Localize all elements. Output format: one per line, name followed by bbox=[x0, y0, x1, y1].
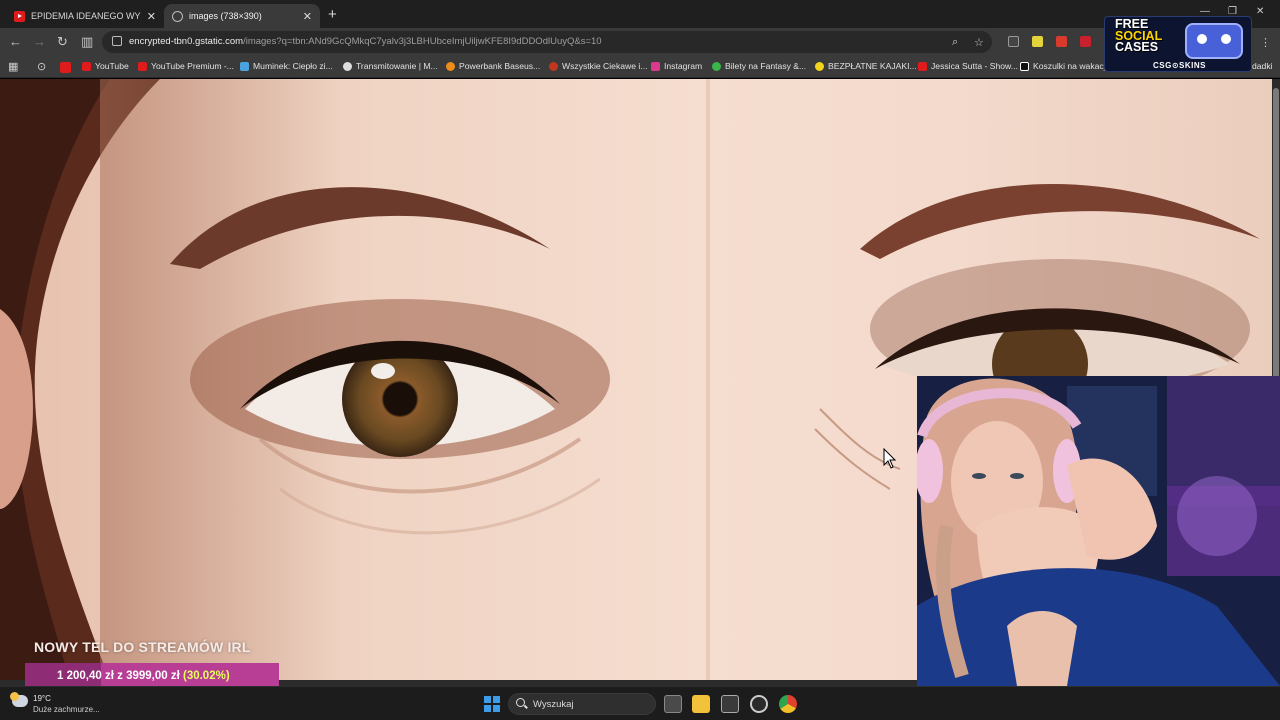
youtube-icon bbox=[138, 61, 147, 71]
bookmark-label: Koszulki na wakacje bbox=[1033, 61, 1111, 71]
extension-icon[interactable] bbox=[1008, 36, 1019, 47]
close-tab-icon[interactable]: ✕ bbox=[303, 10, 312, 23]
url-path: /images?q=tbn:ANd9GcQMkqC7yalv3j3LBHUbce… bbox=[243, 36, 602, 47]
site-info-icon[interactable] bbox=[112, 36, 122, 46]
ticket-icon bbox=[712, 61, 721, 71]
zoom-icon[interactable]: ⌕ bbox=[952, 36, 958, 49]
webcam-overlay bbox=[917, 376, 1280, 686]
tiktok-icon bbox=[1020, 61, 1029, 71]
file-explorer-icon[interactable] bbox=[692, 695, 710, 713]
close-window-button[interactable]: ✕ bbox=[1256, 6, 1264, 17]
extension-icon[interactable] bbox=[1032, 36, 1043, 47]
url-host: encrypted-tbn0.gstatic.com bbox=[129, 36, 244, 47]
search-icon bbox=[516, 698, 525, 707]
site-icon bbox=[549, 61, 558, 71]
tab-title: images (738×390) bbox=[189, 11, 262, 21]
reload-button[interactable]: ↻ bbox=[57, 34, 68, 50]
bookmark-star-icon[interactable]: ☆ bbox=[974, 36, 984, 49]
promo-line: CASES bbox=[1115, 40, 1159, 54]
youtube-bookmark-icon[interactable] bbox=[60, 62, 71, 73]
bookmark-koszulki[interactable]: Koszulki na wakacje bbox=[1020, 61, 1110, 71]
goal-separator: z bbox=[117, 670, 123, 682]
obs-icon[interactable] bbox=[750, 695, 768, 713]
side-panel-icon[interactable]: ▥ bbox=[81, 34, 93, 50]
robot-mascot-icon bbox=[1185, 23, 1243, 59]
bookmark-label: BEZPŁATNE KAJAKI... bbox=[828, 61, 917, 71]
donation-goal-amounts: 1 200,40 zł z 3999,00 zł (30.02%) bbox=[57, 670, 230, 682]
promo-banner: FREE SOCIAL CASES CSG⊙SKINS bbox=[1104, 16, 1252, 72]
globe-icon bbox=[172, 10, 183, 22]
bookmark-instagram[interactable]: Instagram bbox=[651, 61, 702, 71]
goal-current-amount: 1 200,40 zł bbox=[57, 670, 114, 682]
bookmark-jessica-sutta[interactable]: Jessica Sutta - Show... bbox=[918, 61, 1018, 71]
youtube-icon bbox=[918, 61, 927, 71]
bookmark-bilety[interactable]: Bilety na Fantasy &... bbox=[712, 61, 806, 71]
shop-icon bbox=[446, 61, 455, 71]
youtube-icon bbox=[82, 61, 91, 71]
bookmark-label: dadki bbox=[1252, 61, 1273, 71]
forward-button[interactable]: → bbox=[33, 34, 46, 49]
bookmark-label: YouTube bbox=[95, 61, 129, 71]
bookmark-kajaki[interactable]: BEZPŁATNE KAJAKI... bbox=[815, 61, 917, 71]
bookmark-label: YouTube Premium -... bbox=[151, 61, 234, 71]
bookmark-youtube-premium[interactable]: YouTube Premium -... bbox=[138, 61, 234, 71]
promo-title: FREE SOCIAL CASES bbox=[1115, 18, 1162, 54]
bookmark-label: Instagram bbox=[664, 61, 703, 71]
tab-images-active[interactable]: images (738×390) ✕ bbox=[164, 4, 320, 28]
chrome-icon[interactable] bbox=[779, 695, 797, 713]
weather-cloud-icon[interactable] bbox=[10, 692, 28, 707]
goal-target-amount: 3999,00 zł bbox=[126, 670, 180, 682]
taskbar-search-box[interactable] bbox=[508, 693, 656, 715]
site-icon bbox=[815, 61, 824, 71]
bookmark-label: Transmitowanie | M... bbox=[356, 61, 438, 71]
bookmark-youtube[interactable]: YouTube bbox=[82, 61, 129, 71]
search-placeholder: Wyszukaj bbox=[533, 699, 574, 710]
bookmark-icon[interactable]: ⊙ bbox=[37, 60, 46, 73]
windows-start-icon[interactable] bbox=[484, 696, 500, 712]
goal-percent: (30.02%) bbox=[182, 670, 230, 682]
close-tab-icon[interactable]: ✕ bbox=[147, 10, 156, 23]
bookmark-label: Bilety na Fantasy &... bbox=[725, 61, 807, 71]
new-tab-button[interactable]: + bbox=[328, 6, 337, 23]
bookmark-wszystkie-ciekawe[interactable]: Wszystkie Ciekawe i... bbox=[549, 61, 647, 71]
bookmark-label: Jessica Sutta - Show... bbox=[931, 61, 1018, 71]
back-button[interactable]: ← bbox=[9, 34, 22, 49]
steam-icon bbox=[240, 61, 249, 71]
tab-youtube-video[interactable]: EPIDEMIA IDEANEGO WYGLĄD ✕ bbox=[6, 4, 164, 28]
weather-temperature[interactable]: 19°C bbox=[33, 694, 51, 703]
apps-grid-icon[interactable]: ▦ bbox=[8, 60, 18, 73]
streamer-webcam-image bbox=[917, 376, 1280, 686]
mouse-cursor-icon bbox=[883, 447, 897, 469]
bookmark-muminek[interactable]: Muminek: Ciepło zi... bbox=[240, 61, 333, 71]
donation-goal-title: NOWY TEL DO STREAMÓW IRL bbox=[34, 639, 251, 655]
url-text[interactable]: encrypted-tbn0.gstatic.com/images?q=tbn:… bbox=[129, 36, 602, 47]
task-view-icon[interactable] bbox=[664, 695, 682, 713]
youtube-icon bbox=[14, 10, 25, 22]
bookmark-label: Wszystkie Ciekawe i... bbox=[562, 61, 648, 71]
weather-description[interactable]: Duże zachmurze... bbox=[33, 705, 100, 714]
store-icon[interactable] bbox=[721, 695, 739, 713]
bookmark-powerbank[interactable]: Powerbank Baseus... bbox=[446, 61, 540, 71]
menu-dots-icon[interactable]: ⋮ bbox=[1260, 36, 1271, 49]
bookmark-label: Muminek: Ciepło zi... bbox=[253, 61, 333, 71]
extension-icon[interactable] bbox=[1080, 36, 1091, 47]
tab-title: EPIDEMIA IDEANEGO WYGLĄD bbox=[31, 11, 141, 21]
promo-brand: CSG⊙SKINS bbox=[1153, 61, 1206, 70]
all-bookmarks-link[interactable]: dadki bbox=[1252, 61, 1273, 71]
extension-icon[interactable] bbox=[1056, 36, 1067, 47]
instagram-icon bbox=[651, 61, 660, 71]
broadcast-icon bbox=[343, 61, 352, 71]
bookmark-transmitowanie[interactable]: Transmitowanie | M... bbox=[343, 61, 438, 71]
bookmark-label: Powerbank Baseus... bbox=[459, 61, 541, 71]
